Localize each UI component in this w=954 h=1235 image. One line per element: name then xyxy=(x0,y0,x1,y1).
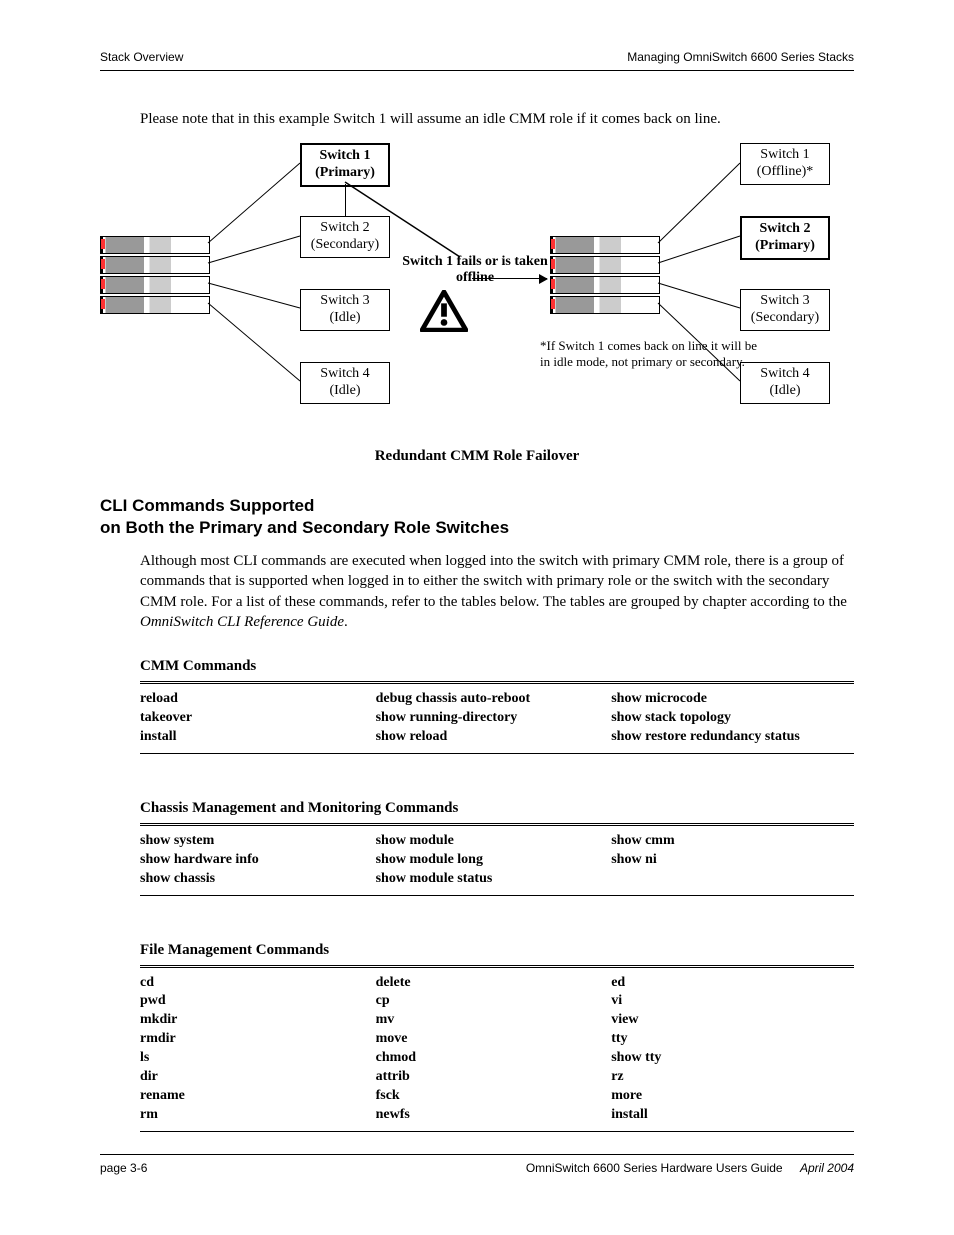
intro-paragraph: Please note that in this example Switch … xyxy=(100,111,854,128)
list-item: pwd xyxy=(140,992,366,1011)
list-item: rz xyxy=(611,1068,837,1087)
table-col: show cmmshow ni xyxy=(611,832,847,889)
list-item: show stack topology xyxy=(611,709,837,728)
table-title: CMM Commands xyxy=(140,652,854,682)
list-item: rm xyxy=(140,1106,366,1125)
section-heading: CLI Commands Supported on Both the Prima… xyxy=(100,495,854,539)
list-item: ed xyxy=(611,974,837,993)
list-item: rmdir xyxy=(140,1030,366,1049)
section-paragraph: Although most CLI commands are executed … xyxy=(100,551,854,632)
list-item: view xyxy=(611,1011,837,1030)
list-item: show reload xyxy=(376,728,602,747)
list-item: ls xyxy=(140,1049,366,1068)
list-item: cp xyxy=(376,992,602,1011)
table-col: debug chassis auto-rebootshow running-di… xyxy=(376,690,612,747)
center-label: Switch 1 fails or is taken offline xyxy=(400,254,550,286)
list-item: mkdir xyxy=(140,1011,366,1030)
right-switch2-box: Switch 2(Primary) xyxy=(740,216,830,260)
list-item: dir xyxy=(140,1068,366,1087)
table-col: cdpwdmkdirrmdirlsdirrenamerm xyxy=(140,974,376,1125)
failover-diagram: Switch 1(Primary) Switch 2(Secondary) Sw… xyxy=(100,138,854,438)
list-item: show system xyxy=(140,832,366,851)
running-header: Stack Overview Managing OmniSwitch 6600 … xyxy=(100,50,854,71)
list-item: reload xyxy=(140,690,366,709)
stack-image-right xyxy=(550,236,660,316)
table-col: edviviewttyshow ttyrzmoreinstall xyxy=(611,974,847,1125)
table-col: reloadtakeoverinstall xyxy=(140,690,376,747)
cmm-commands-table: CMM Commands reloadtakeoverinstall debug… xyxy=(100,652,854,754)
list-item: show module status xyxy=(376,870,602,889)
left-switch3-box: Switch 3(Idle) xyxy=(300,289,390,331)
list-item: vi xyxy=(611,992,837,1011)
table-title: Chassis Management and Monitoring Comman… xyxy=(140,794,854,824)
list-item: cd xyxy=(140,974,366,993)
list-item: show module long xyxy=(376,851,602,870)
list-item: show module xyxy=(376,832,602,851)
diagram-footnote: *If Switch 1 comes back on line it will … xyxy=(540,338,770,371)
list-item: install xyxy=(140,728,366,747)
right-switch1-box: Switch 1(Offline)* xyxy=(740,143,830,185)
list-item: chmod xyxy=(376,1049,602,1068)
list-item: takeover xyxy=(140,709,366,728)
list-item: move xyxy=(376,1030,602,1049)
list-item: more xyxy=(611,1087,837,1106)
left-switch1-box: Switch 1(Primary) xyxy=(300,143,390,187)
list-item: rename xyxy=(140,1087,366,1106)
header-left: Stack Overview xyxy=(100,50,183,64)
list-item: show ni xyxy=(611,851,837,870)
list-item: install xyxy=(611,1106,837,1125)
list-item: show tty xyxy=(611,1049,837,1068)
stack-image-left xyxy=(100,236,210,316)
list-item: show running-directory xyxy=(376,709,602,728)
warning-icon xyxy=(420,290,468,332)
running-footer: page 3-6 OmniSwitch 6600 Series Hardware… xyxy=(100,1154,854,1175)
list-item: mv xyxy=(376,1011,602,1030)
footer-page: page 3-6 xyxy=(100,1161,147,1175)
list-item: show microcode xyxy=(611,690,837,709)
table-col: deletecpmvmovechmodattribfscknewfs xyxy=(376,974,612,1125)
list-item: tty xyxy=(611,1030,837,1049)
arrow-icon xyxy=(472,278,547,279)
list-item: delete xyxy=(376,974,602,993)
list-item: debug chassis auto-reboot xyxy=(376,690,602,709)
footer-right: OmniSwitch 6600 Series Hardware Users Gu… xyxy=(526,1161,854,1175)
chassis-commands-table: Chassis Management and Monitoring Comman… xyxy=(100,794,854,896)
right-switch3-box: Switch 3(Secondary) xyxy=(740,289,830,331)
table-col: show systemshow hardware infoshow chassi… xyxy=(140,832,376,889)
table-col: show moduleshow module longshow module s… xyxy=(376,832,612,889)
list-item: attrib xyxy=(376,1068,602,1087)
header-right: Managing OmniSwitch 6600 Series Stacks xyxy=(627,50,854,64)
list-item: show hardware info xyxy=(140,851,366,870)
file-commands-table: File Management Commands cdpwdmkdirrmdir… xyxy=(100,936,854,1132)
list-item: show cmm xyxy=(611,832,837,851)
left-switch4-box: Switch 4(Idle) xyxy=(300,362,390,404)
diagram-caption: Redundant CMM Role Failover xyxy=(100,448,854,465)
list-item: newfs xyxy=(376,1106,602,1125)
list-item: fsck xyxy=(376,1087,602,1106)
table-col: show microcodeshow stack topologyshow re… xyxy=(611,690,847,747)
table-title: File Management Commands xyxy=(140,936,854,966)
list-item: show restore redundancy status xyxy=(611,728,837,747)
list-item: show chassis xyxy=(140,870,366,889)
